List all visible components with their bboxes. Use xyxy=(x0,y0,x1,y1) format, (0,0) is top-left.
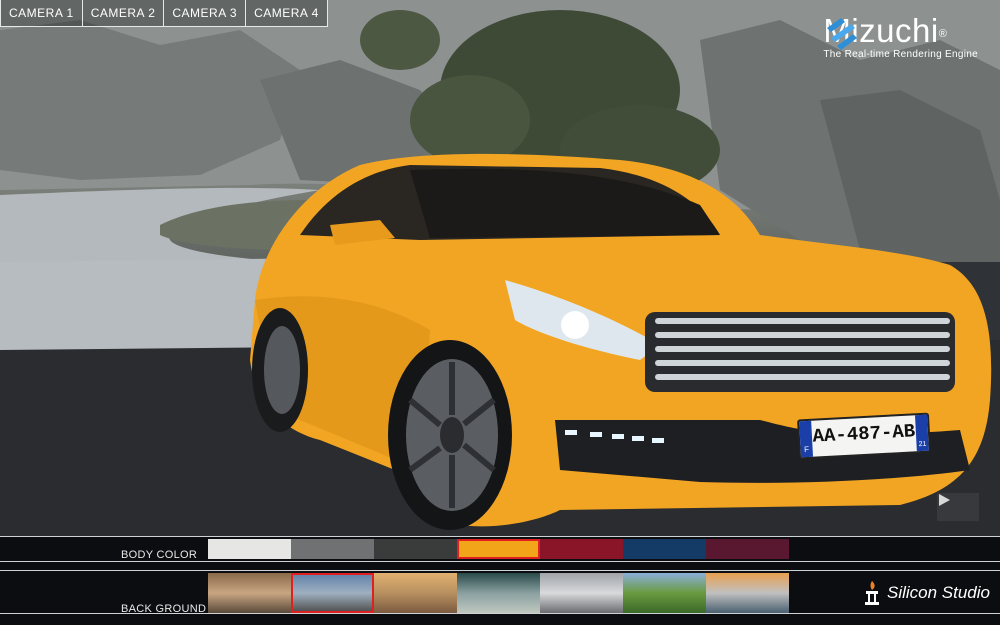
mizuchi-logo-icon xyxy=(827,18,858,50)
divider-bottom xyxy=(0,613,1000,614)
swatch-wine[interactable] xyxy=(706,539,789,559)
swatch-orange[interactable] xyxy=(457,539,540,559)
thumb-town-square[interactable] xyxy=(374,573,457,613)
camera-4-tab[interactable]: CAMERA 4 xyxy=(246,0,328,27)
play-icon xyxy=(939,494,950,506)
thumb-garage[interactable] xyxy=(540,573,623,613)
plate-region-band: 21 xyxy=(914,414,929,452)
background-thumbnails xyxy=(208,573,789,613)
thumb-seaside[interactable] xyxy=(706,573,789,613)
plate-country-code: F xyxy=(803,444,810,455)
play-button[interactable] xyxy=(937,493,979,521)
license-plate: F AA-487-AB 21 xyxy=(797,412,931,460)
swatch-blue[interactable] xyxy=(623,539,706,559)
plate-region-code: 21 xyxy=(918,440,927,449)
camera-3-tab[interactable]: CAMERA 3 xyxy=(164,0,247,27)
camera-1-tab[interactable]: CAMERA 1 xyxy=(0,0,83,27)
swatch-white[interactable] xyxy=(208,539,291,559)
swatch-dark-gray[interactable] xyxy=(374,539,457,559)
thumb-street[interactable] xyxy=(208,573,291,613)
registered-mark: ® xyxy=(938,28,948,40)
silicon-studio-logo: Silicon Studio xyxy=(863,580,990,606)
camera-2-tab[interactable]: CAMERA 2 xyxy=(82,0,165,27)
plate-number: AA-487-AB xyxy=(812,420,916,448)
thumb-mountain-road[interactable] xyxy=(291,573,374,613)
thumb-park[interactable] xyxy=(623,573,706,613)
body-color-swatches xyxy=(208,539,789,559)
camera-tabs: CAMERA 1 CAMERA 2 CAMERA 3 CAMERA 4 xyxy=(0,0,328,27)
render-viewport[interactable]: F AA-487-AB 21 CAMERA 1 CAMERA 2 CAMERA … xyxy=(0,0,1000,536)
mizuchi-brand: Mizuchi® The Real-time Rendering Engine xyxy=(823,14,978,60)
swatch-red[interactable] xyxy=(540,539,623,559)
body-color-label: BODY COLOR xyxy=(121,549,198,561)
silicon-studio-icon xyxy=(864,581,879,605)
swatch-silver[interactable] xyxy=(291,539,374,559)
thumb-station[interactable] xyxy=(457,573,540,613)
spacer-row xyxy=(0,562,1000,570)
studio-name: Silicon Studio xyxy=(886,583,990,602)
